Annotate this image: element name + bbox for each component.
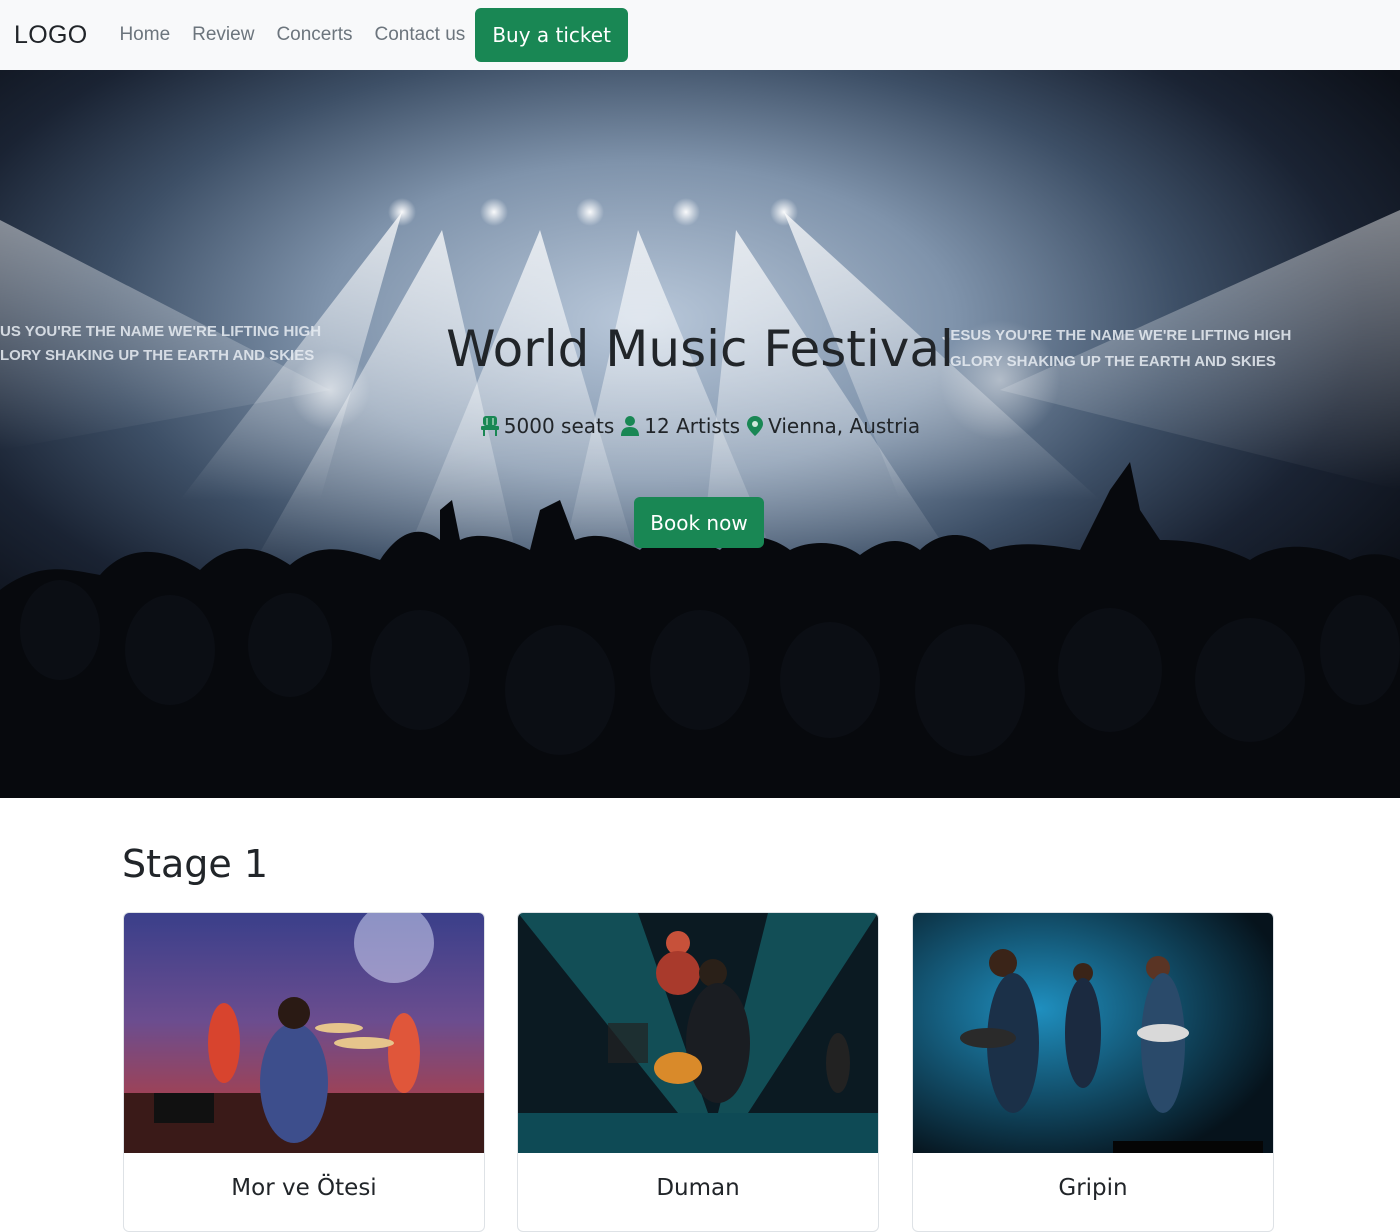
artist-name: Gripin [1058, 1175, 1128, 1201]
artist-name: Duman [656, 1175, 740, 1201]
buy-ticket-button[interactable]: Buy a ticket [475, 8, 628, 62]
location-label: Vienna, Austria [768, 414, 921, 438]
logo[interactable]: LOGO [14, 21, 87, 50]
nav-link-concerts[interactable]: Concerts [276, 24, 352, 46]
stage-title: Stage 1 [122, 842, 269, 886]
artist-card[interactable]: Gripin [912, 912, 1274, 1232]
seats-info: 5000 seats [480, 414, 615, 438]
artists-label: 12 Artists [644, 414, 741, 438]
seats-label: 5000 seats [503, 414, 615, 438]
hero-title: World Music Festival [446, 320, 954, 378]
location-info: Vienna, Austria [746, 414, 920, 438]
nav-link-home[interactable]: Home [119, 24, 170, 46]
nav-link-contact[interactable]: Contact us [374, 24, 465, 46]
book-now-button[interactable]: Book now [634, 497, 764, 548]
navbar: LOGO Home Review Concerts Contact us Buy… [0, 0, 1400, 70]
artist-photo [518, 913, 878, 1153]
artist-photo [124, 913, 484, 1153]
artist-card[interactable]: Duman [517, 912, 879, 1232]
artist-name: Mor ve Ötesi [231, 1175, 377, 1201]
artist-card[interactable]: Mor ve Ötesi [123, 912, 485, 1232]
event-meta: 5000 seats 12 Artists Vienna, Austria [0, 414, 1400, 438]
artist-photo [913, 913, 1273, 1153]
location-pin-icon [747, 416, 764, 436]
hero-banner: US YOU'RE THE NAME WE'RE LIFTING HIGH LO… [0, 70, 1400, 798]
nav-link-review[interactable]: Review [192, 24, 254, 46]
person-icon [621, 416, 640, 436]
artists-info: 12 Artists [620, 414, 740, 438]
chair-icon [480, 416, 499, 436]
